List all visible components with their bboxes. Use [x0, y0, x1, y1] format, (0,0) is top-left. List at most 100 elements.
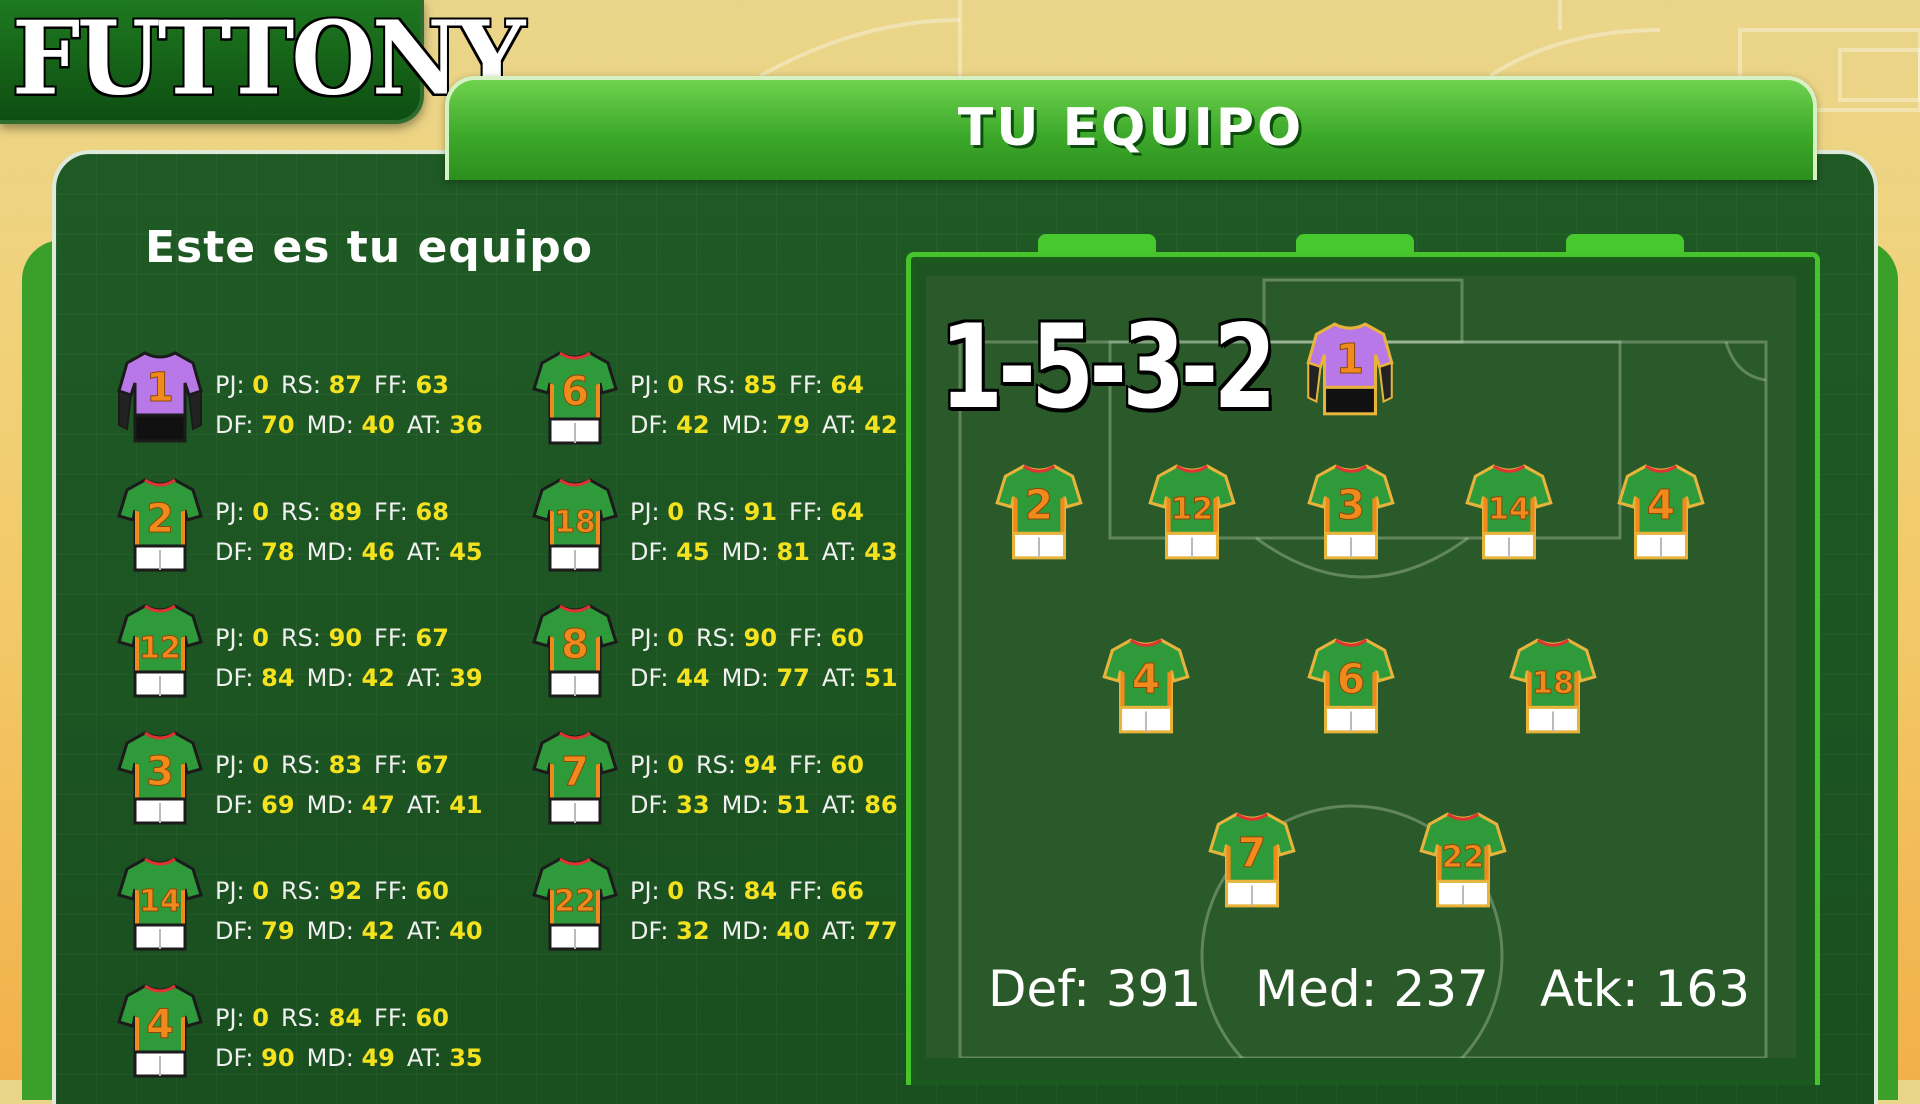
stat-pj-value: 0: [667, 750, 684, 779]
field-player-2[interactable]: 2: [992, 458, 1086, 566]
player-card-18[interactable]: 18 PJ: 0 RS: 91 FF: 64 DF: 45 MD: 81 AT: 43: [530, 472, 950, 582]
field-player-1[interactable]: 1: [1303, 316, 1397, 424]
stat-rs-value: 92: [328, 877, 363, 905]
stat-md-value: 79: [776, 411, 810, 439]
player-stats: PJ: 0 RS: 90 FF: 60 DF: 44 MD: 77 AT: 51: [630, 618, 898, 698]
stat-md-label: MD:: [306, 537, 354, 566]
stat-ff-label: FF:: [789, 877, 823, 905]
stat-md-label: MD:: [306, 790, 354, 819]
player-shirt-icon: 6: [1307, 638, 1395, 734]
player-shirt-icon: 22: [532, 857, 618, 951]
stat-ff-value: 64: [830, 371, 864, 399]
stat-md-label: MD:: [721, 411, 769, 439]
stat-at-value: 43: [864, 537, 898, 566]
stat-rs-label: RS:: [695, 624, 736, 652]
player-card-14[interactable]: 14 PJ: 0 RS: 92 FF: 60 DF: 79 MD: 42 AT: 40: [115, 851, 535, 961]
field-player-4[interactable]: 4: [1099, 632, 1193, 740]
total-midfield: Med: 237: [1255, 960, 1489, 1018]
stat-df-value: 84: [261, 664, 295, 692]
player-card-22[interactable]: 22 PJ: 0 RS: 84 FF: 66 DF: 32 MD: 40 AT: 77: [530, 851, 950, 961]
player-stats: PJ: 0 RS: 85 FF: 64 DF: 42 MD: 79 AT: 42: [630, 365, 898, 445]
player-card-4[interactable]: 4 PJ: 0 RS: 84 FF: 60 DF: 90 MD: 49 AT: 35: [115, 978, 535, 1088]
stat-md-value: 42: [361, 917, 395, 945]
field-player-6[interactable]: 6: [1304, 632, 1398, 740]
stat-rs-label: RS:: [280, 497, 321, 526]
stat-df-value: 33: [676, 790, 710, 819]
stat-rs-value: 90: [328, 624, 363, 652]
total-defense: Def: 391: [988, 960, 1202, 1018]
stat-df-value: 45: [676, 537, 710, 566]
section-subtitle: Este es tu equipo: [145, 222, 593, 273]
player-stats: PJ: 0 RS: 83 FF: 67 DF: 69 MD: 47 AT: 41: [215, 745, 483, 825]
stat-md-value: 47: [361, 790, 395, 819]
svg-text:14: 14: [139, 884, 181, 919]
stat-pj-label: PJ:: [630, 497, 660, 526]
stat-at-value: 35: [449, 1043, 483, 1072]
player-shirt-icon: 2: [995, 464, 1083, 560]
player-shirt-icon: 7: [532, 730, 618, 824]
stat-rs-label: RS:: [695, 877, 736, 905]
stat-rs-value: 87: [328, 371, 363, 399]
svg-text:22: 22: [1442, 840, 1485, 875]
player-stats: PJ: 0 RS: 87 FF: 63 DF: 70 MD: 40 AT: 36: [215, 365, 483, 445]
field-player-14[interactable]: 14: [1462, 458, 1556, 566]
svg-text:18: 18: [1532, 666, 1575, 701]
stat-at-value: 36: [449, 411, 483, 439]
stat-ff-value: 67: [415, 624, 449, 652]
stat-df-value: 70: [261, 411, 295, 439]
stat-md-value: 77: [776, 664, 810, 692]
stat-pj-label: PJ:: [630, 750, 660, 779]
player-card-8[interactable]: 8 PJ: 0 RS: 90 FF: 60 DF: 44 MD: 77 AT: 51: [530, 598, 950, 708]
stat-ff-value: 63: [415, 371, 449, 399]
stat-df-label: DF:: [215, 917, 254, 945]
player-stats: PJ: 0 RS: 84 FF: 66 DF: 32 MD: 40 AT: 77: [630, 871, 898, 951]
stat-md-label: MD:: [721, 790, 769, 819]
formation-label: 1-5-3-2: [940, 300, 1276, 435]
field-player-3[interactable]: 3: [1304, 458, 1398, 566]
goalkeeper-shirt-icon: 1: [117, 351, 203, 443]
stat-at-label: AT:: [821, 411, 857, 439]
stat-pj-value: 0: [252, 1003, 269, 1032]
stat-ff-value: 66: [830, 877, 864, 905]
field-player-4[interactable]: 4: [1614, 458, 1708, 566]
player-stats: PJ: 0 RS: 92 FF: 60 DF: 79 MD: 42 AT: 40: [215, 871, 483, 951]
stat-df-value: 69: [261, 790, 295, 819]
field-player-7[interactable]: 7: [1205, 806, 1299, 914]
futtony-logo: FUTTONY: [0, 0, 525, 124]
stat-pj-label: PJ:: [215, 371, 245, 399]
svg-text:8: 8: [561, 622, 589, 668]
stat-at-value: 40: [449, 917, 483, 945]
stat-at-value: 45: [449, 537, 483, 566]
svg-text:2: 2: [146, 496, 174, 542]
field-player-12[interactable]: 12: [1145, 458, 1239, 566]
player-card-12[interactable]: 12 PJ: 0 RS: 90 FF: 67 DF: 84 MD: 42 AT: 39: [115, 598, 535, 708]
stat-ff-value: 60: [415, 877, 449, 905]
stat-df-label: DF:: [630, 917, 669, 945]
player-shirt-icon: 4: [117, 983, 203, 1077]
stat-df-value: 42: [676, 411, 710, 439]
player-card-1[interactable]: 1 PJ: 0 RS: 87 FF: 63 DF: 70 MD: 40 AT: 36: [115, 345, 535, 455]
stat-df-label: DF:: [630, 411, 669, 439]
stat-df-label: DF:: [630, 537, 669, 566]
player-shirt-icon: 14: [1465, 464, 1553, 560]
player-shirt-icon: 8: [532, 604, 618, 698]
stat-at-label: AT:: [821, 664, 857, 692]
player-card-3[interactable]: 3 PJ: 0 RS: 83 FF: 67 DF: 69 MD: 47 AT: 41: [115, 725, 535, 835]
field-player-22[interactable]: 22: [1416, 806, 1510, 914]
player-card-7[interactable]: 7 PJ: 0 RS: 94 FF: 60 DF: 33 MD: 51 AT: 86: [530, 725, 950, 835]
stat-df-value: 90: [261, 1043, 295, 1072]
player-stats: PJ: 0 RS: 91 FF: 64 DF: 45 MD: 81 AT: 43: [630, 492, 898, 572]
player-card-6[interactable]: 6 PJ: 0 RS: 85 FF: 64 DF: 42 MD: 79 AT: 42: [530, 345, 950, 455]
svg-text:1: 1: [146, 365, 174, 411]
player-card-2[interactable]: 2 PJ: 0 RS: 89 FF: 68 DF: 78 MD: 46 AT: 45: [115, 472, 535, 582]
field-player-18[interactable]: 18: [1506, 632, 1600, 740]
stat-md-label: MD:: [306, 411, 354, 439]
stat-at-label: AT:: [406, 917, 442, 945]
stat-md-value: 40: [776, 917, 810, 945]
stat-pj-value: 0: [252, 877, 269, 905]
stat-ff-value: 67: [415, 750, 449, 779]
stat-at-label: AT:: [406, 411, 442, 439]
player-stats: PJ: 0 RS: 94 FF: 60 DF: 33 MD: 51 AT: 86: [630, 745, 898, 825]
stat-rs-label: RS:: [695, 497, 736, 526]
player-shirt-icon: 22: [1419, 812, 1507, 908]
